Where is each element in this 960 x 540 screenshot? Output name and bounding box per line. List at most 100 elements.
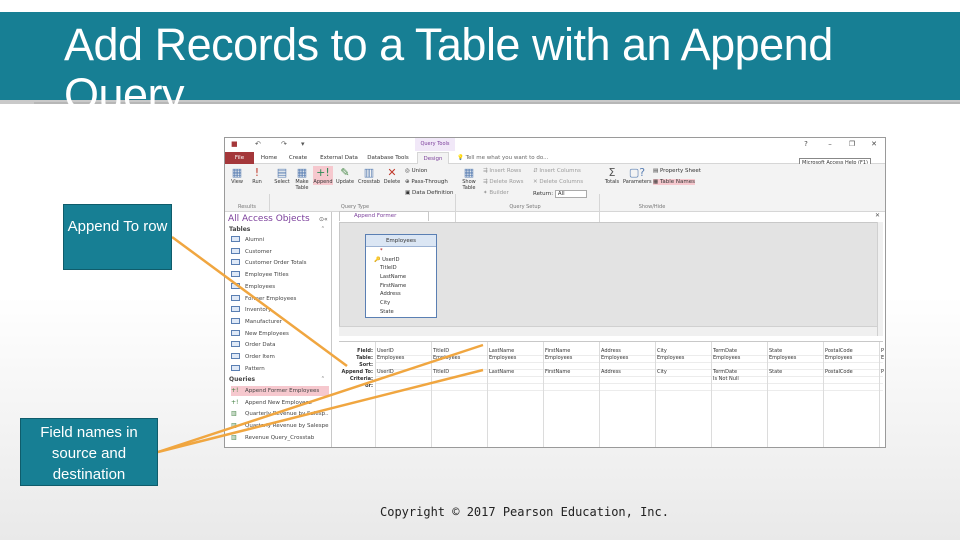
close-button[interactable]: ✕ xyxy=(867,139,881,150)
tab-external-data[interactable]: External Data xyxy=(317,152,361,164)
grid-append-to-cell[interactable]: TermDate xyxy=(713,369,765,376)
document-close-icon[interactable]: ✕ xyxy=(875,212,880,219)
make-table-button[interactable]: ▦ Make Table xyxy=(293,166,311,191)
nav-table-item[interactable]: Manufacturer xyxy=(231,317,329,327)
grid-table-cell[interactable]: Employees xyxy=(601,355,653,362)
return-control[interactable]: Return: All xyxy=(533,190,587,198)
union-button[interactable]: ◎ Union xyxy=(405,168,427,174)
append-query-button[interactable]: +! Append xyxy=(313,166,333,185)
insert-rows-button[interactable]: ⇶ Insert Rows xyxy=(483,168,521,174)
tab-home[interactable]: Home xyxy=(258,152,280,164)
crosstab-query-button[interactable]: ▥ Crosstab xyxy=(357,166,381,185)
nav-query-item[interactable]: ▥ Revenue Query_Crosstab xyxy=(231,433,329,443)
pass-through-button[interactable]: ⊕ Pass-Through xyxy=(405,179,448,185)
nav-table-item[interactable]: Employees xyxy=(231,282,329,292)
update-query-button[interactable]: ✎ Update xyxy=(335,166,355,185)
grid-criteria-cell[interactable] xyxy=(377,376,429,383)
grid-append-to-cell[interactable]: LastName xyxy=(489,369,541,376)
nav-table-item[interactable]: Alumni xyxy=(231,235,329,245)
help-icon[interactable]: ? xyxy=(799,139,813,150)
property-sheet-button[interactable]: ▤ Property Sheet xyxy=(653,168,701,174)
delete-columns-button[interactable]: ✕ Delete Columns xyxy=(533,179,583,185)
grid-field-cell[interactable]: FirstName xyxy=(545,348,597,355)
nav-table-item[interactable]: New Employees xyxy=(231,329,329,339)
grid-field-cell[interactable]: Address xyxy=(601,348,653,355)
horizontal-scrollbar[interactable] xyxy=(339,326,877,336)
nav-table-item[interactable]: Customer xyxy=(231,247,329,257)
minimize-button[interactable]: – xyxy=(823,139,837,150)
nav-query-item[interactable]: +! Append New Employees xyxy=(231,398,329,408)
source-field-item[interactable]: Address xyxy=(366,290,436,299)
nav-table-item[interactable]: Order Data xyxy=(231,340,329,350)
grid-append-to-cell[interactable]: Address xyxy=(601,369,653,376)
nav-table-item[interactable]: Employee Titles xyxy=(231,270,329,280)
undo-icon[interactable]: ↶ xyxy=(255,140,261,148)
grid-append-to-cell[interactable]: PostalCode xyxy=(825,369,877,376)
data-definition-button[interactable]: ▣ Data Definition xyxy=(405,190,453,196)
grid-append-to-cell[interactable]: State xyxy=(769,369,821,376)
delete-rows-button[interactable]: ⇶ Delete Rows xyxy=(483,179,523,185)
nav-table-item[interactable]: Order Item xyxy=(231,352,329,362)
source-field-item[interactable]: 🔑 UserID xyxy=(366,256,436,265)
table-names-button[interactable]: ▦ Table Names xyxy=(653,179,696,185)
grid-criteria-cell[interactable] xyxy=(825,376,877,383)
document-tab[interactable]: Append Former Employees xyxy=(339,211,429,228)
redo-icon[interactable]: ↷ xyxy=(281,140,287,148)
grid-field-cell[interactable]: TitleID xyxy=(433,348,485,355)
grid-table-cell[interactable]: Employees xyxy=(545,355,597,362)
source-field-item[interactable]: City xyxy=(366,299,436,308)
grid-field-cell[interactable]: PostalCode xyxy=(825,348,877,355)
grid-criteria-cell[interactable] xyxy=(601,376,653,383)
grid-append-to-cell[interactable]: P xyxy=(881,369,885,376)
source-table-field-list[interactable]: Employees * 🔑 UserID TitleID LastName FirstN… xyxy=(365,234,437,318)
tab-create[interactable]: Create xyxy=(285,152,311,164)
source-field-item[interactable]: FirstName xyxy=(366,282,436,291)
grid-table-cell[interactable]: Employees xyxy=(713,355,765,362)
nav-table-item[interactable]: Inventory xyxy=(231,305,329,315)
insert-columns-button[interactable]: ⇵ Insert Columns xyxy=(533,168,581,174)
show-table-button[interactable]: ▦ Show Table xyxy=(458,166,480,191)
view-button[interactable]: ▦ View xyxy=(229,166,245,185)
grid-field-cell[interactable]: UserID xyxy=(377,348,429,355)
parameters-button[interactable]: ▢? Parameters xyxy=(623,166,652,185)
source-field-item[interactable]: LastName xyxy=(366,273,436,282)
grid-table-cell[interactable]: Employees xyxy=(433,355,485,362)
nav-table-item[interactable]: Pattern xyxy=(231,364,329,374)
grid-table-cell[interactable]: Employees xyxy=(489,355,541,362)
customize-qat-icon[interactable]: ▾ xyxy=(301,140,305,148)
vertical-scrollbar[interactable] xyxy=(877,222,883,336)
source-field-item[interactable]: State xyxy=(366,308,436,317)
grid-criteria-cell[interactable] xyxy=(657,376,709,383)
grid-append-to-cell[interactable]: City xyxy=(657,369,709,376)
grid-field-cell[interactable]: P xyxy=(881,348,885,355)
grid-criteria-cell[interactable] xyxy=(769,376,821,383)
restore-button[interactable]: ❐ xyxy=(845,139,859,150)
source-field-item[interactable]: * xyxy=(366,247,436,256)
nav-section-queries[interactable]: Queries ⌃ xyxy=(229,376,325,383)
grid-field-cell[interactable]: State xyxy=(769,348,821,355)
tell-me-box[interactable]: 💡 Tell me what you want to do... xyxy=(457,152,548,164)
nav-pane-toggle-icon[interactable]: ⊙« xyxy=(319,216,328,223)
grid-append-to-cell[interactable]: TitleID xyxy=(433,369,485,376)
run-button[interactable]: ! Run xyxy=(249,166,265,185)
grid-criteria-cell[interactable] xyxy=(433,376,485,383)
grid-table-cell[interactable]: Employees xyxy=(377,355,429,362)
tab-design[interactable]: Design xyxy=(417,152,449,164)
select-query-button[interactable]: ▤ Select xyxy=(273,166,291,185)
grid-table-cell[interactable]: Employees xyxy=(769,355,821,362)
delete-query-button[interactable]: ✕ Delete xyxy=(382,166,402,185)
grid-criteria-cell[interactable] xyxy=(881,376,885,383)
nav-section-tables[interactable]: Tables ⌃ xyxy=(229,226,325,233)
grid-table-cell[interactable]: Employees xyxy=(825,355,877,362)
grid-append-to-cell[interactable]: UserID xyxy=(377,369,429,376)
tab-file[interactable]: File xyxy=(225,152,254,164)
nav-pane-header[interactable]: All Access Objects xyxy=(228,214,310,224)
grid-field-cell[interactable]: TermDate xyxy=(713,348,765,355)
nav-table-item[interactable]: Former Employees xyxy=(231,294,329,304)
grid-criteria-cell[interactable] xyxy=(489,376,541,383)
save-icon[interactable]: ■ xyxy=(231,140,238,148)
source-field-item[interactable]: TitleID xyxy=(366,264,436,273)
builder-button[interactable]: ✦ Builder xyxy=(483,190,509,196)
grid-table-cell[interactable]: E xyxy=(881,355,885,362)
tab-database-tools[interactable]: Database Tools xyxy=(365,152,411,164)
